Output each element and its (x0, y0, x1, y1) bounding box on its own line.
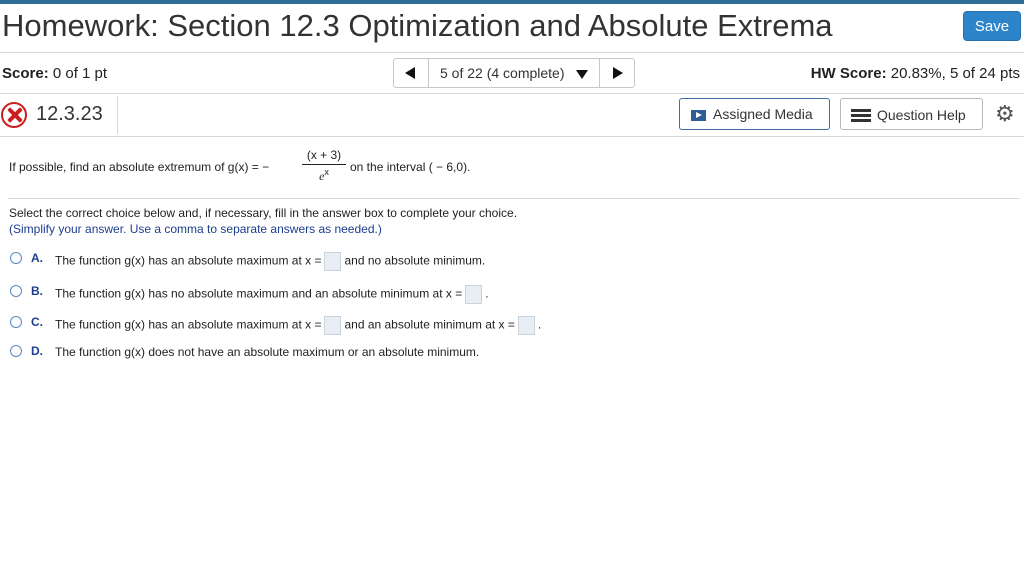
page-title: Homework: Section 12.3 Optimization and … (2, 8, 833, 43)
chevron-down-icon[interactable] (576, 70, 588, 79)
question-number: 12.3.23 (36, 103, 103, 125)
choice-text-part: . (485, 286, 489, 301)
question-position[interactable]: 5 of 22 (4 complete) (440, 65, 565, 81)
next-question-button[interactable] (599, 59, 634, 87)
choice-letter: C. (31, 315, 43, 329)
choice-text: The function g(x) has no absolute maximu… (55, 285, 489, 304)
question-help-button[interactable]: Question Help (840, 98, 983, 130)
assigned-media-button[interactable]: Assigned Media (679, 98, 830, 130)
radio-button[interactable] (10, 345, 22, 357)
question-help-label: Question Help (877, 107, 966, 123)
choice-text: The function g(x) does not have an absol… (55, 345, 480, 359)
interval-text: on the interval ( − 6,0). (350, 160, 471, 174)
fraction-numerator: (x + 3) (306, 148, 342, 162)
choice-text-part: . (537, 317, 542, 332)
score-display: Score: 0 of 1 pt (2, 65, 107, 82)
x-circle-icon (1, 102, 27, 128)
fraction-denominator: ex (302, 167, 346, 184)
divider (8, 198, 1020, 199)
choice-letter: B. (31, 284, 43, 298)
divider (0, 93, 1024, 94)
function-fraction: (x + 3) ex (302, 148, 346, 184)
divider (117, 96, 118, 134)
answer-input[interactable] (324, 252, 342, 271)
choice-text-part: and an absolute minimum at x = (344, 317, 515, 332)
score-label: Score: (2, 65, 49, 82)
fraction-bar (302, 164, 346, 165)
instruction-text: Select the correct choice below and, if … (9, 206, 518, 220)
denominator-exponent: x (324, 167, 329, 177)
choice-text-part: and no absolute minimum. (344, 253, 486, 268)
divider (0, 52, 1024, 53)
radio-button[interactable] (10, 285, 22, 297)
save-button[interactable]: Save (963, 11, 1021, 41)
question-prompt: If possible, find an absolute extremum o… (9, 160, 270, 174)
answer-input[interactable] (465, 285, 483, 304)
choice-text-part: The function g(x) has an absolute maximu… (55, 317, 322, 332)
answer-input[interactable] (517, 316, 535, 335)
question-navigator: 5 of 22 (4 complete) (393, 58, 635, 88)
radio-button[interactable] (10, 252, 22, 264)
hw-score-value: 20.83%, 5 of 24 pts (890, 65, 1020, 82)
choice-text: The function g(x) has an absolute maximu… (55, 316, 541, 335)
radio-button[interactable] (10, 316, 22, 328)
list-icon (851, 109, 871, 123)
chevron-right-icon (613, 67, 623, 79)
choice-text-part: The function g(x) has no absolute maximu… (55, 286, 463, 301)
top-accent-bar (0, 0, 1024, 4)
assigned-media-label: Assigned Media (713, 106, 813, 122)
hw-score-display: HW Score: 20.83%, 5 of 24 pts (811, 65, 1020, 82)
previous-question-button[interactable] (394, 59, 429, 87)
hw-score-label: HW Score: (810, 65, 887, 82)
chevron-left-icon (405, 67, 415, 79)
choice-letter: D. (31, 344, 43, 358)
choice-text-part: The function g(x) has an absolute maximu… (55, 253, 322, 268)
gear-icon[interactable]: ⚙ (995, 103, 1015, 125)
instruction-note: (Simplify your answer. Use a comma to se… (9, 222, 382, 236)
divider (0, 136, 1024, 137)
score-value: 0 of 1 pt (52, 65, 108, 82)
choice-letter: A. (31, 251, 43, 265)
choice-text: The function g(x) has an absolute maximu… (55, 252, 485, 271)
answer-input[interactable] (324, 316, 342, 335)
media-play-icon (691, 110, 706, 121)
